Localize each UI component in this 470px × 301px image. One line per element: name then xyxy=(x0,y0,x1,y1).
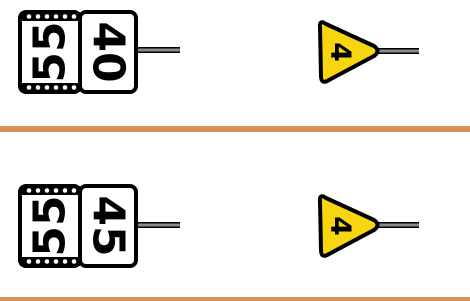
board-right-number: 45 xyxy=(83,195,134,256)
signal-diagram: 55 40 4 55 45 4 xyxy=(0,10,470,301)
speed-board-2: 55 45 xyxy=(18,184,180,268)
triangle-sign-2: 4 xyxy=(317,194,419,258)
signal-row-2: 55 45 4 xyxy=(18,184,419,268)
triangle-sign-1: 4 xyxy=(317,20,419,84)
board-right-number: 40 xyxy=(83,21,134,82)
triangle-number: 4 xyxy=(325,42,358,61)
board-left-number: 55 xyxy=(25,21,76,82)
row-divider-2 xyxy=(0,297,470,301)
speed-board-1: 55 40 xyxy=(18,10,180,94)
row-divider-1 xyxy=(0,126,470,132)
signal-row-1: 55 40 4 xyxy=(18,10,419,94)
triangle-number: 4 xyxy=(325,216,358,235)
board-left-number: 55 xyxy=(25,195,76,256)
